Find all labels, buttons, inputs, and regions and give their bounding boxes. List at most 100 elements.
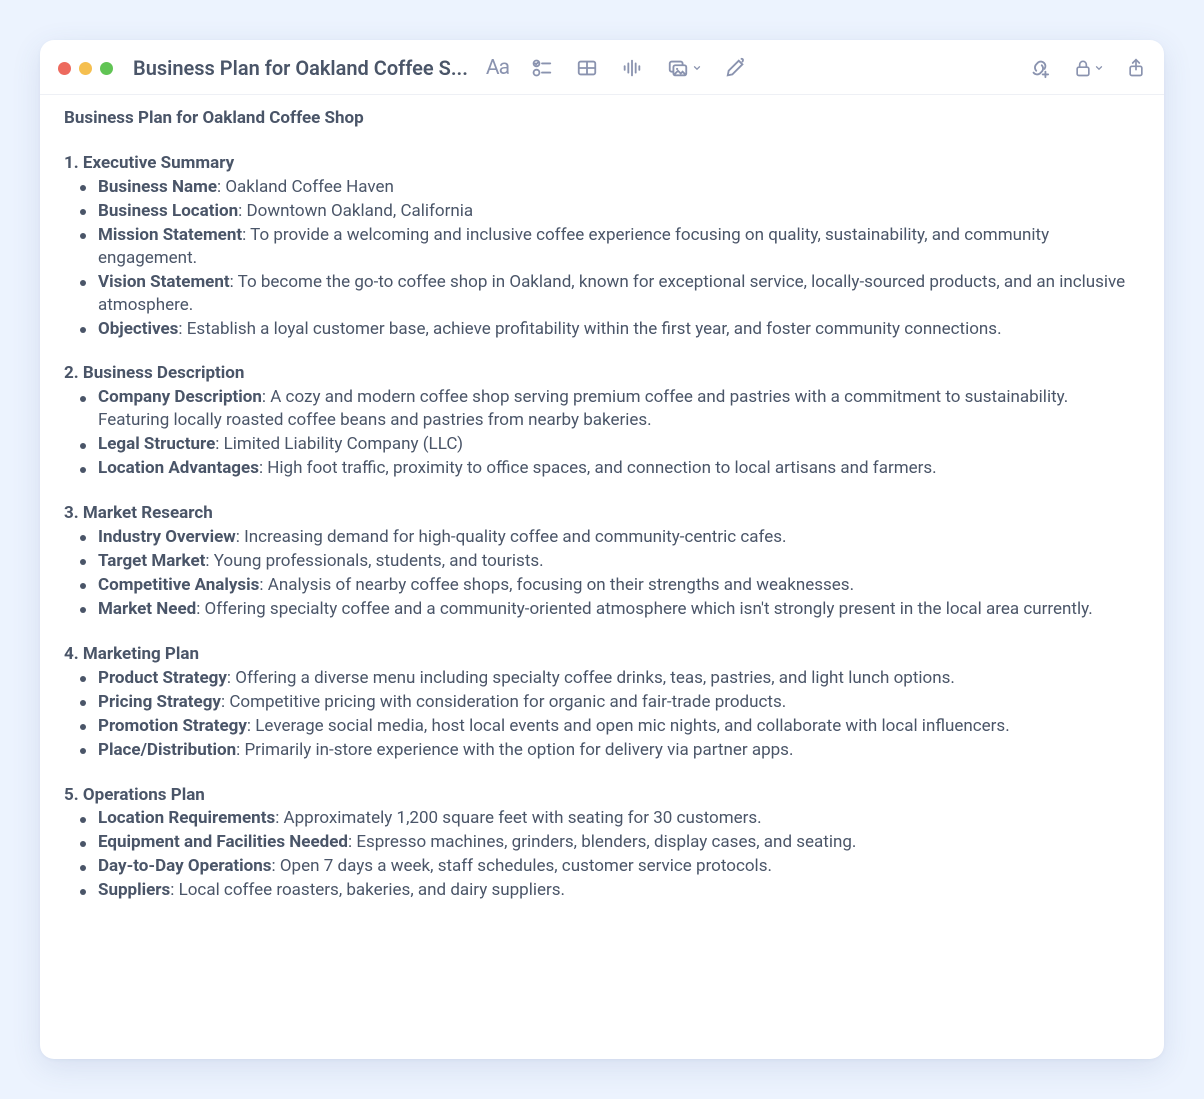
list-item: Objectives: Establish a loyal customer b… — [98, 318, 1140, 341]
item-text: : Offering specialty coffee and a commun… — [196, 599, 1093, 619]
item-label: Day-to-Day Operations — [98, 856, 272, 876]
list-item: Competitive Analysis: Analysis of nearby… — [98, 574, 1140, 597]
share-icon — [1126, 56, 1146, 80]
item-label: Location Advantages — [98, 458, 259, 478]
section: 4. Marketing PlanProduct Strategy: Offer… — [64, 643, 1140, 762]
chevron-down-icon — [1094, 63, 1104, 73]
list-item: Place/Distribution: Primarily in-store e… — [98, 739, 1140, 762]
item-list: Location Requirements: Approximately 1,2… — [64, 807, 1140, 902]
section: 1. Executive SummaryBusiness Name: Oakla… — [64, 152, 1140, 341]
list-item: Business Location: Downtown Oakland, Cal… — [98, 200, 1140, 223]
item-text: : To become the go-to coffee shop in Oak… — [98, 272, 1125, 315]
list-item: Product Strategy: Offering a diverse men… — [98, 667, 1140, 690]
list-item: Target Market: Young professionals, stud… — [98, 550, 1140, 573]
share-button[interactable] — [1126, 56, 1146, 80]
page-title: Business Plan for Oakland Coffee Shop — [64, 107, 1140, 130]
list-item: Location Advantages: High foot traffic, … — [98, 457, 1140, 480]
item-label: Business Location — [98, 201, 238, 221]
item-label: Business Name — [98, 177, 217, 197]
lock-icon — [1073, 57, 1093, 79]
item-label: Equipment and Facilities Needed — [98, 832, 348, 852]
draw-pen-icon — [724, 57, 748, 79]
format-text-button[interactable]: Aa — [486, 56, 509, 80]
item-label: Market Need — [98, 599, 196, 619]
item-label: Product Strategy — [98, 668, 227, 688]
checklist-button[interactable] — [531, 57, 553, 79]
item-label: Industry Overview — [98, 527, 236, 547]
item-text: : Espresso machines, grinders, blenders,… — [348, 832, 856, 852]
checklist-icon — [531, 57, 553, 79]
list-item: Business Name: Oakland Coffee Haven — [98, 176, 1140, 199]
audio-waveform-icon — [621, 57, 643, 79]
list-item: Promotion Strategy: Leverage social medi… — [98, 715, 1140, 738]
item-label: Mission Statement — [98, 225, 242, 245]
item-text: : Young professionals, students, and tou… — [205, 551, 543, 571]
item-text: : High foot traffic, proximity to office… — [259, 458, 937, 478]
item-list: Company Description: A cozy and modern c… — [64, 386, 1140, 480]
item-text: : Analysis of nearby coffee shops, focus… — [259, 575, 854, 595]
item-text: : Open 7 days a week, staff schedules, c… — [272, 856, 772, 876]
item-text: : Limited Liability Company (LLC) — [215, 434, 463, 454]
zoom-window-button[interactable] — [100, 62, 113, 75]
section-heading: 4. Marketing Plan — [64, 643, 1140, 666]
table-button[interactable] — [575, 57, 599, 79]
list-item: Equipment and Facilities Needed: Espress… — [98, 831, 1140, 854]
list-item: Company Description: A cozy and modern c… — [98, 386, 1140, 432]
document-window: Business Plan for Oakland Coffee S... Aa — [40, 40, 1164, 1059]
close-window-button[interactable] — [58, 62, 71, 75]
image-button[interactable] — [665, 57, 702, 79]
list-item: Market Need: Offering specialty coffee a… — [98, 598, 1140, 621]
table-icon — [575, 57, 599, 79]
item-text: : Local coffee roasters, bakeries, and d… — [170, 880, 565, 900]
section-heading: 5. Operations Plan — [64, 784, 1140, 807]
titlebar: Business Plan for Oakland Coffee S... Aa — [40, 40, 1164, 95]
section: 2. Business DescriptionCompany Descripti… — [64, 362, 1140, 480]
toolbar: Aa — [486, 56, 748, 80]
item-label: Promotion Strategy — [98, 716, 247, 736]
chevron-down-icon — [692, 63, 702, 73]
item-label: Competitive Analysis — [98, 575, 259, 595]
link-add-button[interactable] — [1027, 57, 1051, 79]
item-text: : Competitive pricing with consideration… — [221, 692, 786, 712]
link-add-icon — [1027, 57, 1051, 79]
item-label: Suppliers — [98, 880, 170, 900]
item-label: Target Market — [98, 551, 205, 571]
section-heading: 3. Market Research — [64, 502, 1140, 525]
item-label: Legal Structure — [98, 434, 215, 454]
toolbar-right — [1027, 56, 1146, 80]
window-controls — [58, 62, 113, 75]
item-label: Pricing Strategy — [98, 692, 221, 712]
section: 3. Market ResearchIndustry Overview: Inc… — [64, 502, 1140, 621]
item-list: Product Strategy: Offering a diverse men… — [64, 667, 1140, 762]
item-text: : Leverage social media, host local even… — [247, 716, 1010, 736]
item-text: : Increasing demand for high-quality cof… — [236, 527, 787, 547]
lock-button[interactable] — [1073, 57, 1104, 79]
item-label: Location Requirements — [98, 808, 275, 828]
list-item: Industry Overview: Increasing demand for… — [98, 526, 1140, 549]
item-list: Industry Overview: Increasing demand for… — [64, 526, 1140, 621]
list-item: Location Requirements: Approximately 1,2… — [98, 807, 1140, 830]
list-item: Vision Statement: To become the go-to co… — [98, 271, 1140, 317]
item-list: Business Name: Oakland Coffee HavenBusin… — [64, 176, 1140, 341]
item-label: Vision Statement — [98, 272, 230, 292]
audio-button[interactable] — [621, 57, 643, 79]
draw-button[interactable] — [724, 57, 748, 79]
item-text: : Oakland Coffee Haven — [217, 177, 394, 197]
section-heading: 1. Executive Summary — [64, 152, 1140, 175]
image-icon — [665, 57, 691, 79]
item-text: : Establish a loyal customer base, achie… — [178, 319, 1001, 339]
item-label: Place/Distribution — [98, 740, 236, 760]
item-text: : Primarily in-store experience with the… — [236, 740, 793, 760]
list-item: Mission Statement: To provide a welcomin… — [98, 224, 1140, 270]
item-label: Company Description — [98, 387, 262, 407]
item-text: : Approximately 1,200 square feet with s… — [275, 808, 761, 828]
list-item: Suppliers: Local coffee roasters, bakeri… — [98, 879, 1140, 902]
minimize-window-button[interactable] — [79, 62, 92, 75]
document-title: Business Plan for Oakland Coffee S... — [133, 56, 468, 80]
document-body[interactable]: Business Plan for Oakland Coffee Shop 1. … — [40, 95, 1164, 948]
list-item: Legal Structure: Limited Liability Compa… — [98, 433, 1140, 456]
section: 5. Operations PlanLocation Requirements:… — [64, 784, 1140, 903]
list-item: Pricing Strategy: Competitive pricing wi… — [98, 691, 1140, 714]
item-text: : Offering a diverse menu including spec… — [227, 668, 955, 688]
list-item: Day-to-Day Operations: Open 7 days a wee… — [98, 855, 1140, 878]
